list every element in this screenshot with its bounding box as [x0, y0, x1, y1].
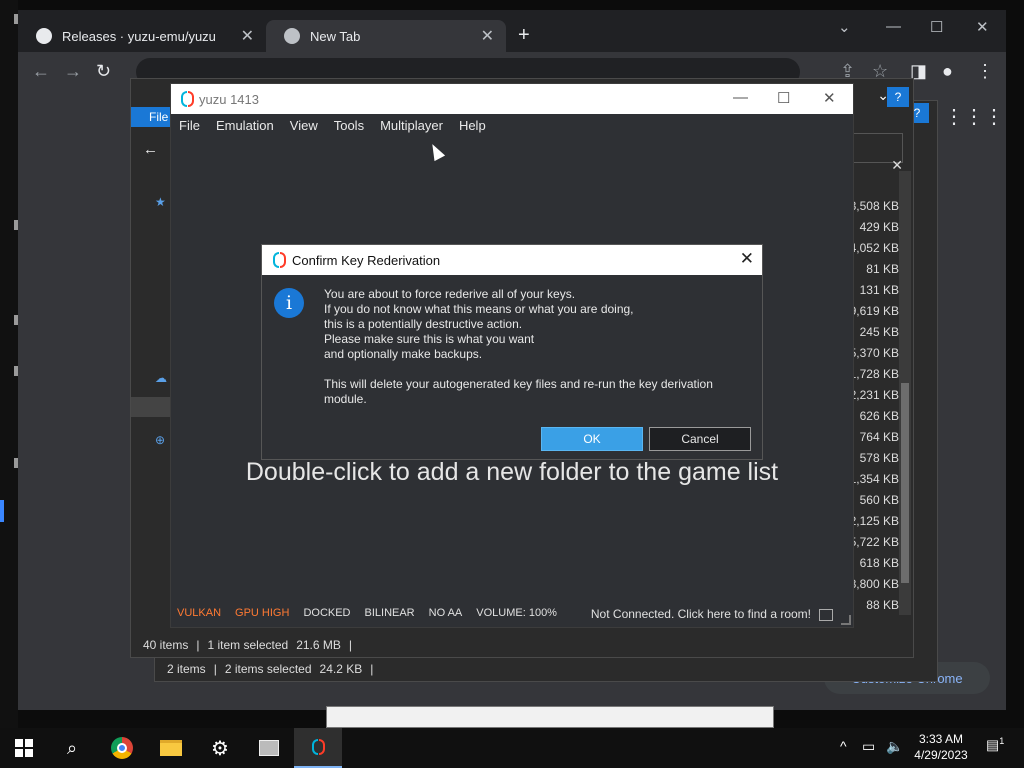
explorer-status-bar: 2 items | 2 items selected 24.2 KB | [155, 657, 937, 681]
clock-date: 4/29/2023 [914, 748, 968, 762]
ok-button[interactable]: OK [541, 427, 643, 451]
resize-grip[interactable] [841, 615, 851, 625]
desktop-edge [0, 0, 18, 728]
status-selected: 2 items selected [224, 662, 312, 676]
close-icon[interactable]: ✕ [740, 249, 754, 269]
notification-count: 1 [999, 736, 1005, 746]
vertical-scrollbar[interactable] [899, 171, 911, 615]
status-selected: 1 item selected [207, 638, 289, 652]
maximize-icon[interactable]: ☐ [777, 89, 790, 107]
tab-label: Releases · yuzu-emu/yuzu [62, 28, 216, 44]
chrome-icon [284, 28, 300, 44]
tab-new-tab[interactable]: New Tab ✕ [266, 20, 506, 52]
tab-releases[interactable]: Releases · yuzu-emu/yuzu ✕ [18, 20, 266, 52]
menu-emulation[interactable]: Emulation [216, 118, 274, 133]
tab-label: New Tab [310, 28, 361, 44]
clock-time: 3:33 AM [918, 732, 964, 746]
menu-view[interactable]: View [290, 118, 318, 133]
minimize-icon[interactable]: — [886, 18, 901, 35]
dialog-title-bar: Confirm Key Rederivation ✕ [262, 245, 762, 275]
close-icon[interactable]: ✕ [823, 89, 836, 107]
onedrive-icon[interactable]: ☁ [155, 371, 167, 385]
cancel-label: Cancel [681, 432, 719, 446]
back-icon[interactable]: ← [32, 61, 50, 82]
status-filter[interactable]: BILINEAR [365, 607, 415, 619]
volume-icon[interactable]: 🔈 [886, 738, 903, 755]
confirm-key-rederivation-dialog: Confirm Key Rederivation ✕ i You are abo… [261, 244, 763, 460]
apps-grid-icon[interactable]: ⋮⋮⋮ [944, 104, 1004, 129]
search-icon[interactable]: ⌕ [48, 728, 96, 768]
status-renderer[interactable]: VULKAN [177, 607, 221, 619]
forward-icon[interactable]: → [64, 61, 82, 82]
network-icon[interactable]: ⊕ [155, 433, 165, 447]
status-size: 24.2 KB [319, 662, 363, 676]
status-aa[interactable]: NO AA [429, 607, 463, 619]
file-explorer-icon[interactable] [147, 728, 195, 768]
tab-strip: Releases · yuzu-emu/yuzu ✕ New Tab ✕ + ⌄… [18, 10, 1006, 52]
dialog-title: Confirm Key Rederivation [292, 252, 441, 268]
tab-search-icon[interactable]: ⌄ [838, 18, 851, 36]
yuzu-icon[interactable] [294, 728, 342, 768]
this-pc-item[interactable] [131, 397, 171, 417]
yuzu-menu-bar: File Emulation View Tools Multiplayer He… [171, 114, 853, 136]
cancel-button[interactable]: Cancel [649, 427, 751, 451]
info-icon: i [274, 288, 304, 318]
back-icon[interactable]: ← [143, 141, 158, 158]
dialog-message: You are about to force rederive all of y… [324, 287, 744, 407]
chevron-up-icon[interactable]: ^ [840, 738, 847, 754]
yuzu-title: yuzu 1413 [199, 91, 259, 107]
windows-start-icon[interactable] [0, 728, 48, 768]
explorer-status-bar: 40 items | 1 item selected 21.6 MB | [131, 633, 913, 657]
taskbar: ⌕ ⚙ ^ ▭ 🔈 3:33 AM 4/29/2023 ▤1 [0, 728, 1024, 768]
reload-icon[interactable]: ↻ [96, 61, 111, 82]
close-icon[interactable]: ✕ [976, 18, 989, 36]
status-size: 21.6 MB [296, 638, 341, 652]
yuzu-icon [271, 252, 287, 268]
status-gpu-accuracy[interactable]: GPU HIGH [235, 607, 289, 619]
new-tab-button[interactable]: + [518, 24, 530, 47]
notification-center-icon[interactable]: ▤1 [986, 736, 1008, 758]
explorer-close-icon[interactable]: ✕ [891, 157, 903, 174]
status-volume[interactable]: VOLUME: 100% [476, 607, 557, 619]
menu-tools[interactable]: Tools [334, 118, 364, 133]
tab-close-icon[interactable]: ✕ [241, 26, 254, 46]
yuzu-icon [179, 91, 195, 107]
network-icon[interactable]: ▭ [862, 738, 875, 755]
expand-ribbon-icon[interactable]: ⌄ [877, 87, 889, 104]
background-window-edge [326, 706, 774, 728]
quick-access-icon[interactable]: ★ [155, 195, 166, 209]
github-icon [36, 28, 52, 44]
menu-help[interactable]: Help [459, 118, 486, 133]
menu-multiplayer[interactable]: Multiplayer [380, 118, 443, 133]
help-icon[interactable]: ? [887, 87, 909, 107]
scrollbar-thumb[interactable] [901, 383, 909, 583]
menu-file[interactable]: File [179, 118, 200, 133]
app-icon[interactable] [245, 728, 293, 768]
settings-icon[interactable]: ⚙ [196, 728, 244, 768]
menu-icon[interactable]: ⋮ [976, 61, 994, 82]
explorer-file-menu[interactable]: File [131, 107, 171, 127]
empty-game-list-message[interactable]: Double-click to add a new folder to the … [171, 458, 853, 487]
yuzu-status-bar: VULKAN GPU HIGH DOCKED BILINEAR NO AA VO… [171, 599, 853, 627]
profile-icon[interactable]: ● [942, 61, 953, 82]
multiplayer-room-status[interactable]: Not Connected. Click here to find a room… [591, 607, 811, 621]
maximize-icon[interactable]: ☐ [930, 18, 943, 36]
status-items: 40 items [143, 638, 189, 652]
chrome-icon[interactable] [98, 728, 146, 768]
desktop: Releases · yuzu-emu/yuzu ✕ New Tab ✕ + ⌄… [0, 0, 1024, 728]
yuzu-title-bar: yuzu 1413 — ☐ ✕ [171, 84, 853, 114]
status-items: 2 items [167, 662, 206, 676]
network-status-icon[interactable] [819, 609, 833, 621]
ok-label: OK [583, 432, 601, 446]
dialog-message-detail: This will delete your autogenerated key … [324, 377, 713, 406]
dialog-message-warning: You are about to force rederive all of y… [324, 287, 634, 361]
tab-close-icon[interactable]: ✕ [481, 26, 494, 46]
system-clock[interactable]: 3:33 AM 4/29/2023 [906, 731, 976, 763]
status-dock-mode[interactable]: DOCKED [303, 607, 350, 619]
file-menu-label: File [149, 110, 169, 124]
minimize-icon[interactable]: — [733, 89, 748, 106]
